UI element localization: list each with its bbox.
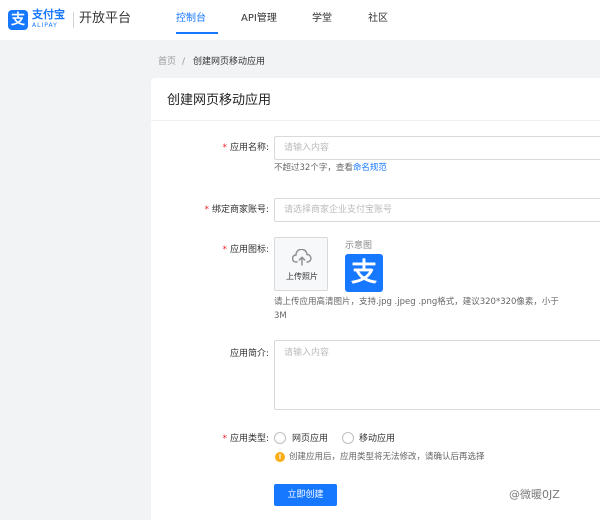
page-title: 创建网页移动应用	[167, 93, 272, 108]
app-name-input[interactable]: 请输入内容	[274, 136, 600, 160]
required-mark: *	[204, 205, 209, 215]
logo-divider	[73, 12, 74, 28]
app-type-label-text: 应用类型:	[229, 434, 269, 444]
create-now-button[interactable]: 立即创建	[274, 484, 337, 506]
merchant-account-label: * 绑定商家账号:	[171, 204, 269, 216]
sample-alipay-icon: 支	[345, 254, 383, 292]
warning-icon: !	[275, 452, 285, 462]
nav-console[interactable]: 控制台	[176, 12, 206, 26]
required-mark: *	[222, 143, 227, 153]
breadcrumb-separator: /	[182, 57, 186, 67]
upload-photo-label: 上传照片	[286, 272, 318, 281]
breadcrumb-current: 创建网页移动应用	[193, 57, 266, 67]
app-intro-textarea[interactable]: 请输入内容	[274, 340, 600, 410]
nav-api-management[interactable]: API管理	[241, 12, 277, 26]
app-name-label: * 应用名称:	[191, 142, 269, 154]
app-name-help: 不超过32个字，查看命名规范	[274, 162, 387, 174]
app-type-label: * 应用类型:	[191, 433, 269, 445]
app-icon-help-line2: 3M	[274, 311, 287, 321]
nav-academy[interactable]: 学堂	[312, 12, 332, 26]
nav-active-indicator	[176, 32, 218, 34]
logo-subtext: ALIPAY	[32, 22, 58, 29]
merchant-account-label-text: 绑定商家账号:	[211, 205, 269, 215]
alipay-logo-icon[interactable]: 支	[8, 10, 28, 30]
app-intro-label: 应用简介:	[229, 349, 269, 359]
merchant-account-select[interactable]: 请选择商家企业支付宝账号	[274, 198, 600, 222]
app-icon-label-text: 应用图标:	[229, 245, 269, 255]
radio-mobile-app-label[interactable]: 移动应用	[359, 433, 395, 445]
radio-web-app[interactable]	[274, 432, 286, 444]
app-name-label-text: 应用名称:	[229, 143, 269, 153]
app-type-warning: 创建应用后，应用类型将无法修改，请确认后再选择	[289, 452, 485, 462]
card-divider	[151, 120, 600, 121]
naming-rules-link[interactable]: 命名规范	[353, 163, 387, 173]
app-icon-label: * 应用图标:	[191, 244, 269, 256]
create-app-card: 创建网页移动应用 * 应用名称: 请输入内容 不超过32个字，查看命名规范 * 绑定…	[151, 78, 600, 520]
platform-title: 开放平台	[79, 11, 132, 26]
app-name-help-text: 不超过32个字，查看	[274, 163, 353, 173]
radio-web-app-label[interactable]: 网页应用	[292, 433, 328, 445]
sample-image-label: 示意图	[345, 241, 373, 251]
required-mark: *	[222, 434, 227, 444]
breadcrumb-home[interactable]: 首页	[158, 56, 176, 68]
app-icon-help-line1: 请上传应用高清图片，支持.jpg .jpeg .png格式，建议320*320像…	[274, 297, 559, 307]
upload-photo-button[interactable]: 上传照片	[274, 237, 328, 291]
cloud-upload-icon	[292, 249, 312, 266]
top-nav-bar: 支 支付宝 ALIPAY 开放平台 控制台 API管理 学堂 社区	[0, 0, 600, 40]
logo-text: 支付宝	[32, 8, 65, 21]
radio-mobile-app[interactable]	[342, 432, 354, 444]
watermark: @微暖0JZ	[509, 488, 560, 501]
required-mark: *	[222, 245, 227, 255]
nav-community[interactable]: 社区	[368, 12, 388, 26]
